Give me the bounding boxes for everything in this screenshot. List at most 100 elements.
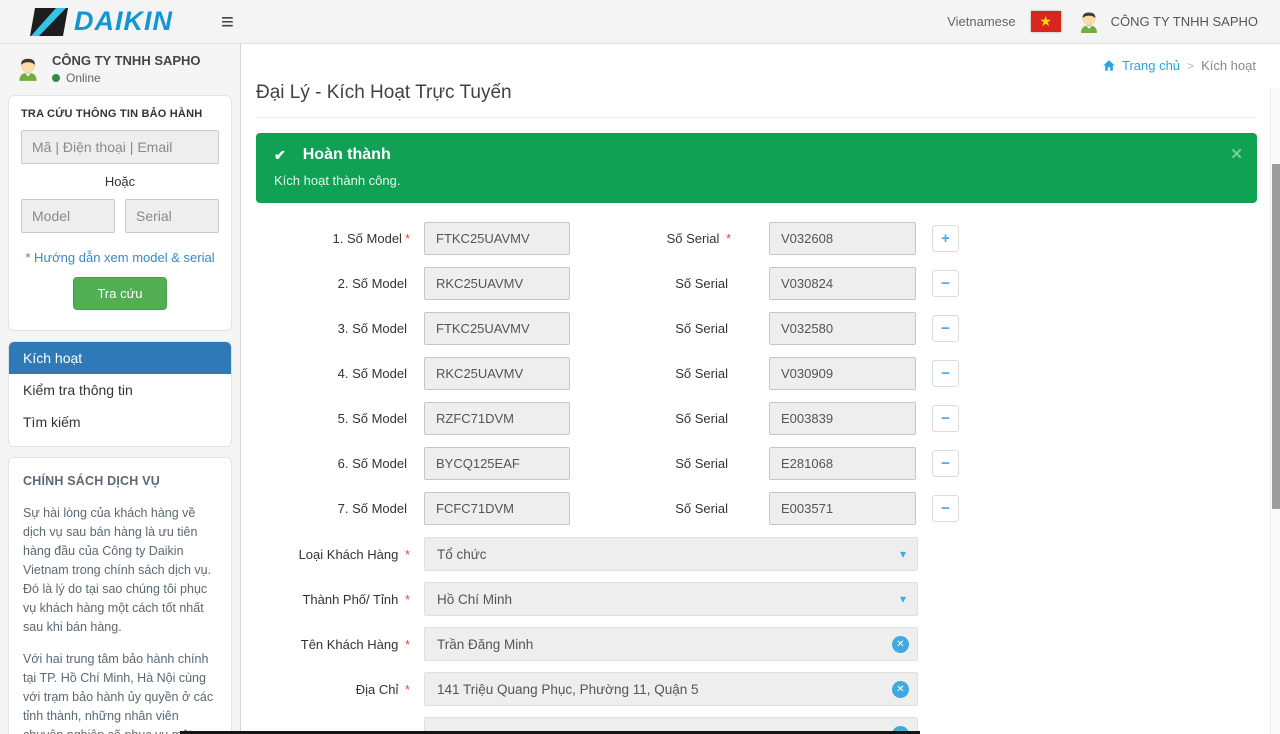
serial-label: Số Serial [570,411,731,426]
avatar [1076,9,1102,35]
serial-input[interactable] [769,357,916,390]
serial-input[interactable] [769,267,916,300]
vietnam-flag-icon[interactable]: ★ [1031,11,1061,32]
model-input[interactable] [424,222,570,255]
remove-device-button[interactable]: − [932,270,959,297]
model-label: 4. Số Model [256,366,424,381]
device-row: 7. Số Model Số Serial − [256,492,1256,525]
city-province-select[interactable]: Hồ Chí Minh ▾ [424,582,918,616]
flag-star: ★ [1039,13,1052,30]
code-phone-email-input[interactable] [21,130,219,164]
field-row: Loại Khách Hàng * Tổ chức ▾ [256,537,1256,571]
model-input[interactable] [424,312,570,345]
remove-device-button[interactable]: − [932,315,959,342]
device-row: 4. Số Model Số Serial − [256,357,1256,390]
model-label: 6. Số Model [256,456,424,471]
page-title: Đại Lý - Kích Hoạt Trực Tuyến [256,82,1256,118]
success-alert: ✔ Hoàn thành Kích hoạt thành công. ✕ [256,133,1257,203]
breadcrumb: Trang chủ > Kích hoạt [256,58,1256,73]
model-label: 7. Số Model [256,501,424,516]
model-input[interactable] [424,357,570,390]
serial-input[interactable] [769,402,916,435]
serial-label: Số Serial [570,276,731,291]
service-policy-panel: CHÍNH SÁCH DỊCH VỤ Sự hài lòng của khách… [8,457,232,734]
policy-paragraph: Với hai trung tâm bảo hành chính tại TP.… [23,650,217,734]
close-icon[interactable]: ✕ [1230,145,1243,163]
breadcrumb-current: Kích hoạt [1201,58,1256,73]
serial-input[interactable] [769,222,916,255]
model-input[interactable] [424,402,570,435]
main-content: Trang chủ > Kích hoạt Đại Lý - Kích Hoạt… [241,44,1280,734]
model-serial-guide-link[interactable]: * Hướng dẫn xem model & serial [21,250,219,265]
breadcrumb-home-link[interactable]: Trang chủ [1102,58,1180,73]
device-row: 2. Số Model Số Serial − [256,267,1256,300]
lookup-title: TRA CỨU THÔNG TIN BẢO HÀNH [21,108,219,120]
sidebar: CÔNG TY TNHH SAPHO Online TRA CỨU THÔNG … [0,44,241,734]
daikin-logo-mark [30,7,68,37]
model-label: 3. Số Model [256,321,424,336]
model-input[interactable] [424,492,570,525]
clear-icon[interactable]: ✕ [892,636,909,653]
model-lookup-input[interactable] [21,199,115,233]
vertical-scrollbar[interactable] [1270,88,1280,734]
customer-fields: Loại Khách Hàng * Tổ chức ▾ Thành Phố/ T… [256,537,1256,706]
serial-lookup-input[interactable] [125,199,219,233]
device-row: 6. Số Model Số Serial − [256,447,1256,480]
scrollbar-thumb[interactable] [1272,164,1280,509]
alert-title: Hoàn thành [303,146,391,164]
activation-form: 1. Số Model* Số Serial * + 2. Số Model S… [256,222,1256,734]
sidebar-nav: Kích hoạtKiểm tra thông tinTìm kiếm [8,341,232,447]
check-icon: ✔ [274,147,286,164]
remove-device-button[interactable]: − [932,450,959,477]
policy-paragraphs: Sự hài lòng của khách hàng về dịch vụ sa… [23,504,217,734]
model-label: 5. Số Model [256,411,424,426]
serial-label: Số Serial [570,366,731,381]
home-icon [1102,59,1116,72]
sidebar-company-name: CÔNG TY TNHH SAPHO [52,53,201,68]
customer-name-input[interactable]: Trần Đăng Minh ✕ [424,627,918,661]
serial-label: Số Serial [570,456,731,471]
language-label: Vietnamese [947,14,1015,29]
policy-paragraph: Sự hài lòng của khách hàng về dịch vụ sa… [23,504,217,637]
serial-input[interactable] [769,447,916,480]
model-input[interactable] [424,267,570,300]
remove-device-button[interactable]: − [932,405,959,432]
sidebar-item-kiem-tra-thong-tin[interactable]: Kiểm tra thông tin [9,374,231,406]
top-header: DAIKIN ≡ Vietnamese ★ CÔNG TY TNHH SAPHO [0,0,1280,44]
sidebar-item-kich-hoat[interactable]: Kích hoạt [9,342,231,374]
or-label: Hoặc [21,174,219,189]
chevron-down-icon: ▾ [900,547,906,561]
online-status-dot [52,74,60,82]
serial-input[interactable] [769,312,916,345]
policy-title: CHÍNH SÁCH DỊCH VỤ [23,472,217,491]
sidebar-user-block: CÔNG TY TNHH SAPHO Online [0,44,240,93]
remove-device-button[interactable]: − [932,495,959,522]
model-input[interactable] [424,447,570,480]
serial-input[interactable] [769,492,916,525]
customer-type-select[interactable]: Tổ chức ▾ [424,537,918,571]
daikin-logo-text: DAIKIN [74,6,173,37]
field-row: Tên Khách Hàng * Trần Đăng Minh ✕ [256,627,1256,661]
device-row: 5. Số Model Số Serial − [256,402,1256,435]
field-row: Thành Phố/ Tỉnh * Hồ Chí Minh ▾ [256,582,1256,616]
avatar [14,55,42,83]
add-device-button[interactable]: + [932,225,959,252]
sidebar-item-tim-kiem[interactable]: Tìm kiếm [9,406,231,438]
account-menu[interactable]: CÔNG TY TNHH SAPHO [1076,9,1258,35]
warranty-lookup-panel: TRA CỨU THÔNG TIN BẢO HÀNH Hoặc * Hướng … [8,95,232,331]
model-label: 1. Số Model* [256,231,424,246]
model-label: 2. Số Model [256,276,424,291]
lookup-search-button[interactable]: Tra cứu [73,277,166,310]
breadcrumb-separator: > [1187,59,1194,73]
device-rows: 1. Số Model* Số Serial * + 2. Số Model S… [256,222,1256,525]
daikin-logo[interactable]: DAIKIN [30,6,173,37]
hamburger-menu-icon[interactable]: ≡ [221,11,234,33]
alert-message: Kích hoạt thành công. [274,173,1239,188]
field-row: Địa Chỉ * 141 Triệu Quang Phục, Phường 1… [256,672,1256,706]
clear-icon[interactable]: ✕ [892,681,909,698]
serial-label: Số Serial [570,501,731,516]
chevron-down-icon: ▾ [900,592,906,606]
address-input[interactable]: 141 Triệu Quang Phục, Phường 11, Quận 5 … [424,672,918,706]
remove-device-button[interactable]: − [932,360,959,387]
serial-label: Số Serial [570,321,731,336]
